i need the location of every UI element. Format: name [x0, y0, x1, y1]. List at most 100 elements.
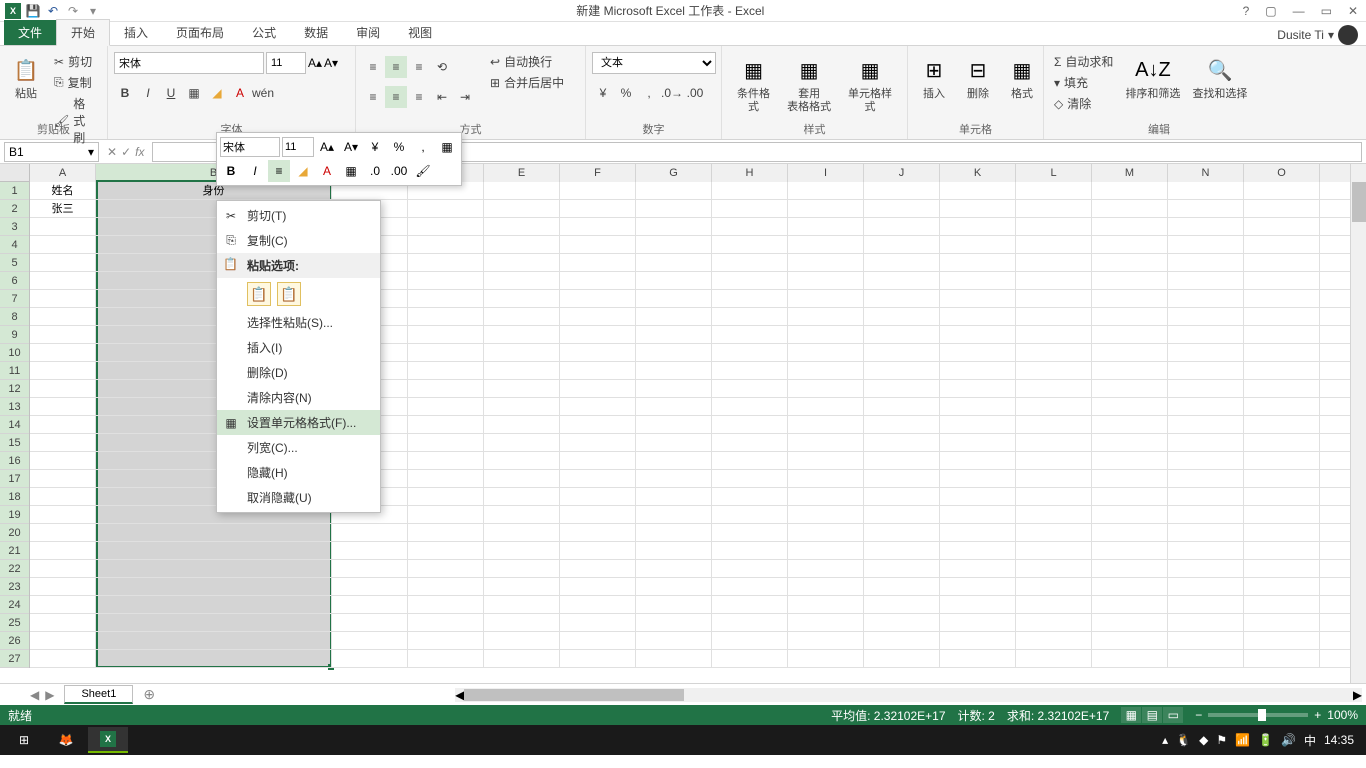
comma-icon[interactable]: , — [638, 82, 660, 104]
cell-i23[interactable] — [788, 578, 864, 596]
tab-formulas[interactable]: 公式 — [238, 20, 290, 45]
cell-o19[interactable] — [1244, 506, 1320, 524]
excel-taskbar-icon[interactable]: X — [88, 727, 128, 753]
cell-n26[interactable] — [1168, 632, 1244, 650]
cell-f27[interactable] — [560, 650, 636, 668]
row-header-5[interactable]: 5 — [0, 254, 29, 272]
cell-g24[interactable] — [636, 596, 712, 614]
tray-app-icon[interactable]: ◆ — [1199, 733, 1208, 747]
cell-i21[interactable] — [788, 542, 864, 560]
cell-b21[interactable] — [96, 542, 332, 560]
cell-n9[interactable] — [1168, 326, 1244, 344]
cell-j7[interactable] — [864, 290, 940, 308]
cell-e23[interactable] — [484, 578, 560, 596]
cell-d10[interactable] — [408, 344, 484, 362]
align-left-icon[interactable]: ≡ — [362, 86, 384, 108]
cell-k14[interactable] — [940, 416, 1016, 434]
cell-i4[interactable] — [788, 236, 864, 254]
cell-m15[interactable] — [1092, 434, 1168, 452]
cell-m14[interactable] — [1092, 416, 1168, 434]
cell-a25[interactable] — [30, 614, 96, 632]
cm-copy[interactable]: ⎘复制(C) — [217, 228, 380, 253]
cell-m21[interactable] — [1092, 542, 1168, 560]
cell-e7[interactable] — [484, 290, 560, 308]
cell-n23[interactable] — [1168, 578, 1244, 596]
cell-o26[interactable] — [1244, 632, 1320, 650]
cell-i13[interactable] — [788, 398, 864, 416]
tab-insert[interactable]: 插入 — [110, 20, 162, 45]
cell-f7[interactable] — [560, 290, 636, 308]
cell-g2[interactable] — [636, 200, 712, 218]
cell-g4[interactable] — [636, 236, 712, 254]
col-header-e[interactable]: E — [484, 164, 560, 182]
cell-a3[interactable] — [30, 218, 96, 236]
cell-h15[interactable] — [712, 434, 788, 452]
add-sheet-button[interactable]: ⊕ — [143, 686, 155, 703]
merge-center-button[interactable]: ⊞合并后居中 — [486, 73, 568, 92]
cell-e14[interactable] — [484, 416, 560, 434]
cell-e4[interactable] — [484, 236, 560, 254]
cell-m26[interactable] — [1092, 632, 1168, 650]
cell-c25[interactable] — [332, 614, 408, 632]
cell-j15[interactable] — [864, 434, 940, 452]
cell-a6[interactable] — [30, 272, 96, 290]
qat-dropdown-icon[interactable]: ▾ — [84, 2, 102, 20]
cell-l27[interactable] — [1016, 650, 1092, 668]
cell-b26[interactable] — [96, 632, 332, 650]
cell-g25[interactable] — [636, 614, 712, 632]
cell-d3[interactable] — [408, 218, 484, 236]
cell-l6[interactable] — [1016, 272, 1092, 290]
cell-g7[interactable] — [636, 290, 712, 308]
cell-o9[interactable] — [1244, 326, 1320, 344]
cell-g19[interactable] — [636, 506, 712, 524]
col-header-k[interactable]: K — [940, 164, 1016, 182]
col-header-m[interactable]: M — [1092, 164, 1168, 182]
sort-filter-button[interactable]: A↓Z排序和筛选 — [1121, 52, 1184, 103]
cell-j25[interactable] — [864, 614, 940, 632]
cell-o16[interactable] — [1244, 452, 1320, 470]
cell-m17[interactable] — [1092, 470, 1168, 488]
view-normal-icon[interactable]: ▦ — [1121, 707, 1141, 723]
cell-o3[interactable] — [1244, 218, 1320, 236]
cell-k27[interactable] — [940, 650, 1016, 668]
mini-currency-icon[interactable]: ¥ — [364, 136, 386, 158]
cm-unhide[interactable]: 取消隐藏(U) — [217, 485, 380, 510]
row-header-27[interactable]: 27 — [0, 650, 29, 668]
cell-o20[interactable] — [1244, 524, 1320, 542]
cell-b27[interactable] — [96, 650, 332, 668]
cell-d21[interactable] — [408, 542, 484, 560]
cell-i19[interactable] — [788, 506, 864, 524]
cell-g8[interactable] — [636, 308, 712, 326]
cell-i3[interactable] — [788, 218, 864, 236]
cell-l9[interactable] — [1016, 326, 1092, 344]
row-header-19[interactable]: 19 — [0, 506, 29, 524]
cell-l14[interactable] — [1016, 416, 1092, 434]
cell-j11[interactable] — [864, 362, 940, 380]
cell-k12[interactable] — [940, 380, 1016, 398]
cell-i27[interactable] — [788, 650, 864, 668]
cell-f24[interactable] — [560, 596, 636, 614]
excel-icon[interactable]: X — [4, 2, 22, 20]
row-header-25[interactable]: 25 — [0, 614, 29, 632]
col-header-j[interactable]: J — [864, 164, 940, 182]
cell-i12[interactable] — [788, 380, 864, 398]
cell-h17[interactable] — [712, 470, 788, 488]
cell-f16[interactable] — [560, 452, 636, 470]
vscroll-thumb[interactable] — [1352, 182, 1366, 222]
cell-m22[interactable] — [1092, 560, 1168, 578]
cell-o27[interactable] — [1244, 650, 1320, 668]
col-header-o[interactable]: O — [1244, 164, 1320, 182]
cell-o12[interactable] — [1244, 380, 1320, 398]
cell-l3[interactable] — [1016, 218, 1092, 236]
cell-h19[interactable] — [712, 506, 788, 524]
find-select-button[interactable]: 🔍查找和选择 — [1188, 52, 1251, 103]
cell-n17[interactable] — [1168, 470, 1244, 488]
cell-e25[interactable] — [484, 614, 560, 632]
row-header-23[interactable]: 23 — [0, 578, 29, 596]
cell-d4[interactable] — [408, 236, 484, 254]
enter-fx-icon[interactable]: ✓ — [121, 145, 131, 159]
cell-l15[interactable] — [1016, 434, 1092, 452]
cell-a26[interactable] — [30, 632, 96, 650]
cell-i1[interactable] — [788, 182, 864, 200]
cell-l4[interactable] — [1016, 236, 1092, 254]
